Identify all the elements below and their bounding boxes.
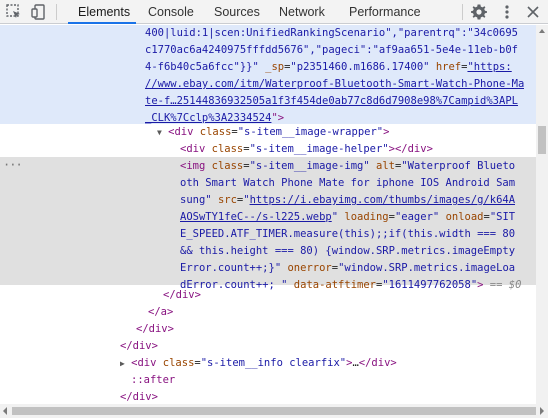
horizontal-scrollbar[interactable] [0, 404, 548, 418]
horizontal-scroll-thumb[interactable] [12, 407, 536, 415]
img-onload-line: && this.height === 80) {window.SRP.metri… [180, 245, 516, 257]
device-toolbar-icon[interactable] [30, 3, 48, 21]
img-src-link[interactable]: AOSwTY1feC--/s-l225.webp [180, 211, 332, 223]
close-div-line: </div> [120, 391, 158, 403]
img-onerror-line: Error.count++;}" onerror="window.SRP.met… [180, 262, 516, 274]
more-options-icon[interactable] [498, 3, 516, 21]
img-src-link[interactable]: https://i.ebayimg.com/thumbs/images/g/k6… [250, 194, 516, 206]
image-helper-node[interactable]: <div class="s-item__image-helper"></div> [180, 141, 433, 158]
href-attr-line: 400|luid:1|scen:UnifiedRankingScenario",… [145, 27, 518, 39]
dom-tree: 400|luid:1|scen:UnifiedRankingScenario",… [0, 25, 536, 404]
href-link-line[interactable]: te-f…25144836932505a1f3f454de0ab77c8d6d7… [145, 93, 518, 110]
item-info-node[interactable]: ▶ <div class="s-item__info clearfix">…</… [120, 355, 397, 372]
close-div-line: </div> [163, 289, 201, 301]
scroll-right-arrow-icon[interactable] [540, 407, 544, 415]
close-div-line: </div> [136, 323, 174, 335]
close-div-line: </div> [120, 340, 158, 352]
img-src-line: sung" src="https://i.ebayimg.com/thumbs/… [180, 194, 516, 206]
tab-console[interactable]: Console [148, 0, 194, 24]
toolbar-separator [56, 4, 57, 20]
href-attr-line: c1770ac6a4240975fffdd5676","pageci":"af9… [145, 44, 518, 56]
toolbar-separator [462, 4, 463, 20]
settings-gear-icon[interactable] [470, 3, 488, 21]
img-atftimer-line: dError.count++; " data-atftimer="1611497… [180, 279, 522, 291]
inspect-element-icon[interactable] [5, 3, 23, 21]
node-actions-ellipsis-icon[interactable]: ··· [3, 158, 23, 172]
close-a-line: </a> [148, 306, 174, 318]
close-icon[interactable] [524, 3, 542, 21]
scroll-left-arrow-icon[interactable] [3, 407, 7, 415]
img-src-line: AOSwTY1feC--/s-l225.webp" loading="eager… [180, 211, 516, 223]
img-node[interactable]: <img class="s-item__image-img" alt="Wate… [180, 158, 515, 175]
vertical-scrollbar[interactable] [536, 25, 548, 404]
img-alt-line: oth Smart Watch Phone Mate for iphone IO… [180, 177, 516, 189]
tab-performance[interactable]: Performance [349, 0, 421, 24]
expand-triangle-closed-icon[interactable]: ▶ [120, 359, 125, 368]
href-link-line[interactable]: //www.ebay.com/itm/Waterproof-Bluetooth-… [145, 76, 524, 93]
expand-triangle-open-icon[interactable]: ▼ [157, 128, 162, 137]
devtools-toolbar: Elements Console Sources Network Perform… [0, 0, 548, 24]
scroll-up-arrow-icon[interactable] [539, 29, 545, 33]
vertical-scroll-thumb[interactable] [538, 126, 546, 154]
selected-node-marker: == $0 [489, 279, 522, 291]
active-tab-indicator [68, 22, 136, 24]
img-onload-line: E_SPEED.ATF_TIMER.measure(this);;if(this… [180, 228, 516, 240]
tab-sources[interactable]: Sources [214, 0, 260, 24]
tab-network[interactable]: Network [279, 0, 325, 24]
tab-elements[interactable]: Elements [78, 0, 130, 24]
href-attr-line: 4-f6b40c5a6fcc"}}" _sp="p2351460.m1686.1… [145, 61, 512, 73]
image-wrapper-node[interactable]: ▼ <div class="s-item__image-wrapper"> [157, 124, 389, 141]
after-pseudo-element[interactable]: ::after [131, 372, 175, 389]
